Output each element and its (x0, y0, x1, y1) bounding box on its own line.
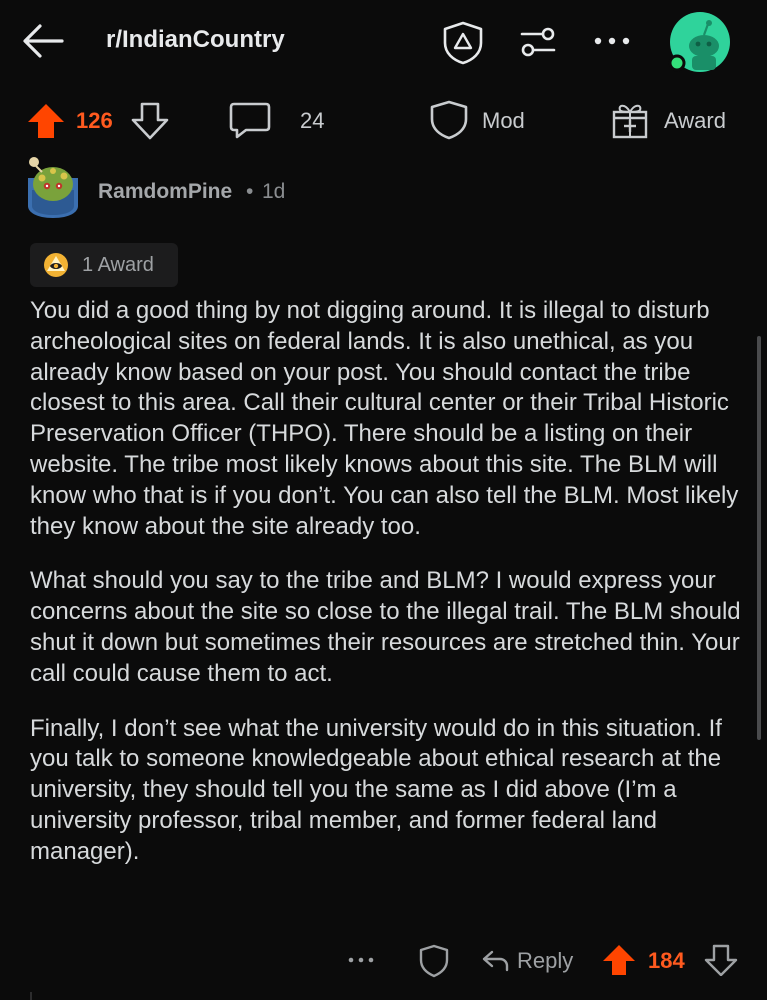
comment-count: 24 (300, 108, 325, 133)
comment-paragraph: Finally, I don’t see what the university… (30, 714, 722, 865)
more-options-icon[interactable] (346, 950, 376, 970)
downvote-arrow-icon[interactable] (130, 102, 170, 140)
comment-bubble-icon[interactable] (228, 100, 272, 140)
reply-button[interactable]: Reply (517, 948, 573, 974)
upvote-arrow-icon[interactable] (602, 944, 636, 976)
comment-actions-bar: Reply 184 (0, 940, 767, 984)
comment-username[interactable]: RamdomPine (98, 180, 232, 204)
downvote-arrow-icon[interactable] (704, 944, 738, 977)
reply-arrow-icon[interactable] (480, 946, 510, 974)
mod-shield-icon[interactable] (428, 100, 470, 140)
meta-separator: • (246, 180, 254, 203)
thread-line (30, 992, 32, 1000)
back-arrow-icon[interactable] (18, 16, 68, 66)
comment-age: 1d (262, 180, 286, 203)
shield-icon[interactable] (440, 20, 486, 66)
commenter-avatar[interactable] (22, 154, 82, 220)
mod-shield-icon[interactable] (418, 944, 450, 978)
top-navigation-bar: r/IndianCountry (0, 0, 767, 84)
sliders-icon[interactable] (518, 22, 558, 62)
award-label[interactable]: Award (664, 108, 726, 134)
scrollbar[interactable] (757, 336, 761, 740)
comment-paragraph: What should you say to the tribe and BLM… (30, 567, 741, 687)
post-vote-count: 126 (76, 108, 113, 133)
post-actions-bar: 126 24 Mod Award (0, 96, 767, 144)
upvote-arrow-icon[interactable] (26, 102, 66, 140)
award-badge[interactable]: 1 Award (30, 243, 178, 287)
subreddit-title[interactable]: r/IndianCountry (106, 26, 285, 54)
mod-label[interactable]: Mod (482, 108, 525, 134)
comment-vote-count: 184 (648, 948, 685, 973)
gift-award-icon[interactable] (610, 100, 650, 140)
more-options-icon[interactable] (590, 26, 634, 56)
award-count-label: 1 Award (82, 254, 154, 276)
comment-body: You did a good thing by not digging arou… (30, 296, 742, 892)
comment-header: RamdomPine • 1d (0, 150, 767, 230)
award-medal-icon (42, 252, 70, 278)
comment-paragraph: You did a good thing by not digging arou… (30, 297, 739, 540)
user-avatar[interactable] (668, 10, 732, 74)
